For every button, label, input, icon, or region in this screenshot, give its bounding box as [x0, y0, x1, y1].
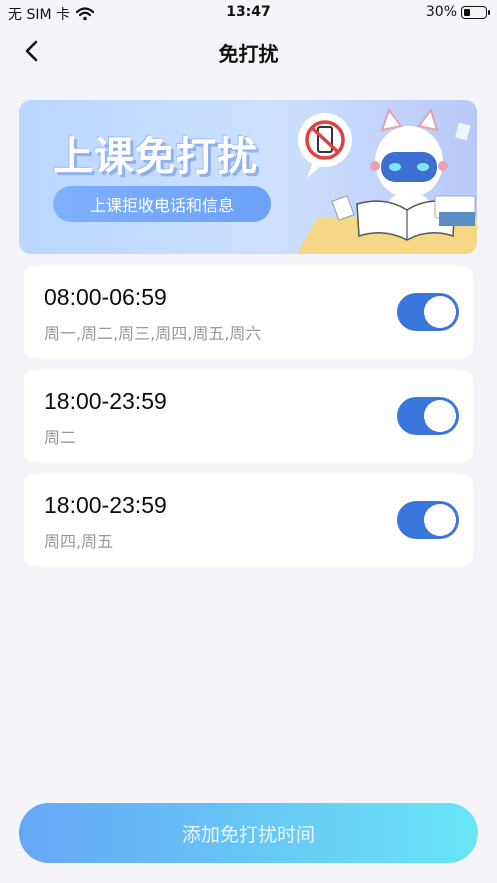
- schedule-toggle[interactable]: [397, 397, 459, 435]
- banner-headline: 上课免打扰: [53, 134, 258, 180]
- schedule-time-range: 18:00-23:59: [44, 492, 167, 518]
- promo-banner: 上课免打扰 上课拒收电话和信息: [19, 100, 477, 254]
- battery-status: 30%: [425, 4, 490, 20]
- schedule-days: 周四,周五: [44, 532, 114, 551]
- toggle-knob: [424, 504, 456, 536]
- battery-percent: 30%: [425, 4, 457, 20]
- nav-bar: 免打扰: [0, 26, 497, 76]
- page-title: 免打扰: [218, 42, 279, 66]
- schedule-time-range: 08:00-06:59: [44, 284, 167, 310]
- toggle-knob: [424, 296, 456, 328]
- status-bar: 无 SIM 卡 13:47 30%: [0, 0, 497, 26]
- status-time: 13:47: [226, 4, 271, 20]
- schedule-days: 周一,周二,周三,周四,周五,周六: [44, 324, 262, 343]
- battery-icon: [461, 5, 490, 19]
- schedule-toggle[interactable]: [397, 293, 459, 331]
- schedule-card[interactable]: 18:00-23:59 周二: [24, 370, 473, 462]
- schedule-toggle[interactable]: [397, 501, 459, 539]
- banner-subtitle: 上课拒收电话和信息: [53, 186, 271, 222]
- add-dnd-time-button[interactable]: 添加免打扰时间: [19, 803, 478, 863]
- schedule-card[interactable]: 08:00-06:59 周一,周二,周三,周四,周五,周六: [24, 266, 473, 358]
- schedule-days: 周二: [44, 428, 77, 447]
- toggle-knob: [424, 400, 456, 432]
- mascot-illustration: [297, 107, 477, 254]
- schedule-time-range: 18:00-23:59: [44, 388, 167, 414]
- schedule-card[interactable]: 18:00-23:59 周四,周五: [24, 474, 473, 566]
